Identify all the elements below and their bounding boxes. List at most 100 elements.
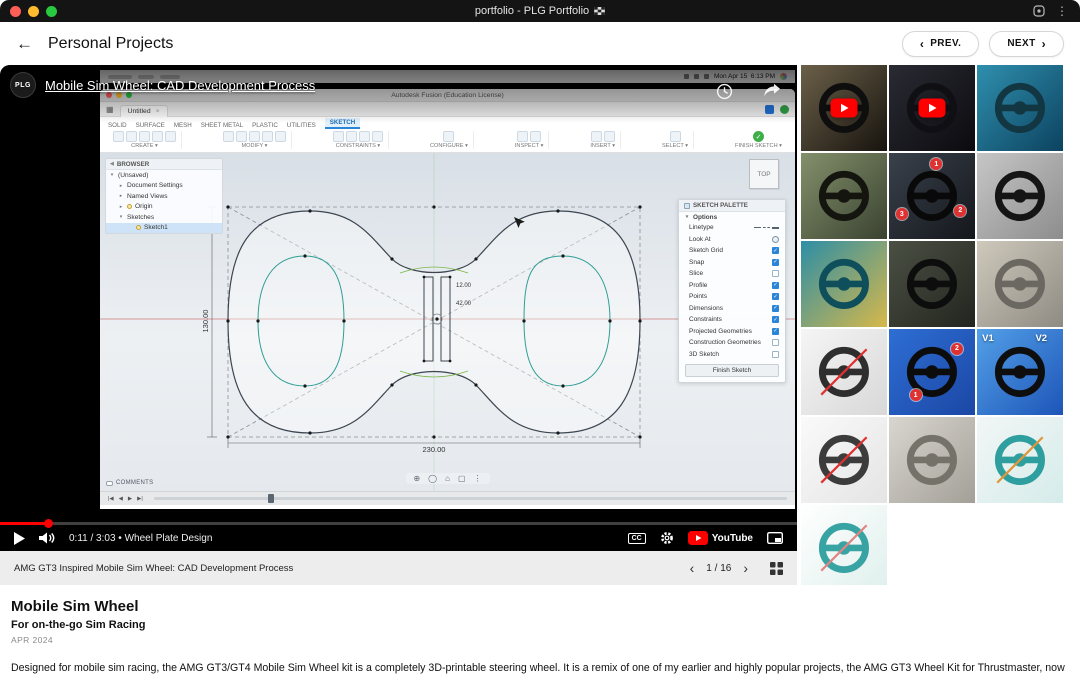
steering-wheel-glyph (818, 170, 870, 222)
zoom-window-button[interactable] (46, 5, 57, 17)
browser-item-named-views: ▸ Named Views (106, 191, 222, 202)
fusion-browser-panel: ◀ BROWSER ▾ (Unsaved) ▸ Document Settings ▸ N… (105, 158, 223, 234)
tab-overview-icon[interactable] (1033, 5, 1045, 17)
gallery-thumb-wheel-video-thumb-1[interactable] (801, 65, 887, 151)
canvas-nav-toolbar: ⊕ ◯ ⌂ ▢ ⋮ (405, 473, 490, 484)
captions-button[interactable]: CC (627, 532, 646, 544)
tool-icon (530, 131, 542, 142)
time-display: 0:11 / 3:03 • Wheel Plate Design (69, 532, 213, 544)
checkbox-icon: ✓ (772, 258, 779, 266)
comments-bar: COMMENTS (106, 480, 153, 486)
overflow-menu-icon[interactable]: ⋮ (1056, 5, 1068, 17)
gallery-thumb-v1-v2-comparison[interactable]: V1 V2 (977, 329, 1063, 415)
gallery-thumb-cad-drawing-annotated[interactable] (801, 417, 887, 503)
browser-title: BROWSER (116, 160, 150, 168)
fusion-ribbon: SOLID SURFACE MESH SHEET METAL PLASTIC UTILIT… (100, 117, 795, 153)
browser-item-label: Origin (135, 203, 153, 211)
status-icon (693, 74, 699, 79)
palette-option-label: Projected Geometries (689, 327, 752, 335)
toolgroup-icons (517, 131, 542, 142)
youtube-logo[interactable]: YouTube (687, 531, 753, 545)
tool-icon (139, 131, 150, 142)
gallery-thumb-plates-cutting-mat[interactable] (889, 241, 975, 327)
fusion-ribbon-tab-plastic: PLASTIC (252, 122, 278, 129)
gallery-prev-icon[interactable]: ‹ (690, 561, 695, 575)
miniplayer-icon[interactable] (767, 532, 783, 544)
steering-wheel-glyph (818, 434, 870, 486)
tool-icon (248, 131, 260, 142)
watch-later-icon[interactable] (716, 83, 733, 100)
page-header: ← Personal Projects ‹ PREV. NEXT › (0, 22, 1080, 65)
share-icon[interactable] (763, 83, 781, 100)
toolgroup-icons (669, 131, 681, 142)
gallery-page-indicator: 1 / 16 (706, 562, 732, 574)
play-button-icon[interactable] (14, 531, 25, 545)
gallery-thumb-printed-parts-1[interactable] (977, 241, 1063, 327)
display-settings-icon: ⋮ (473, 474, 482, 483)
status-icon (683, 74, 689, 79)
fusion-toolgroup-insert: INSERT ▾ (585, 131, 622, 149)
gallery-thumb-wheel-video-thumb-2[interactable] (889, 65, 975, 151)
back-arrow-icon[interactable]: ← (16, 34, 33, 54)
tree-chevron-icon: ▸ (119, 182, 123, 189)
tool-icon (152, 131, 163, 142)
palette-option-construction-geometries: Construction Geometries (679, 337, 785, 349)
gallery-thumb-cad-exploded-view-2[interactable] (801, 505, 887, 585)
gallery-thumb-cad-exploded-view-1[interactable] (977, 417, 1063, 503)
project-title: Mobile Sim Wheel (11, 598, 139, 615)
viewcube: TOP (749, 159, 779, 189)
home-view-icon: ⌂ (445, 474, 450, 483)
collapse-panel-icon: ◀ (110, 161, 114, 167)
volume-icon[interactable] (39, 532, 55, 544)
checkbox-icon (772, 350, 779, 358)
fusion-canvas: 230.00 130.00 42.00 12.00 ◀ BROWSER ▾ (Un (100, 153, 795, 491)
browser-item-label: Named Views (127, 192, 168, 200)
grid-view-icon[interactable] (770, 561, 783, 575)
fusion-window-title: Autodesk Fusion (Education License) (391, 91, 504, 99)
fusion-user-avatar (780, 104, 789, 114)
gallery-thumb-printed-parts-2[interactable] (889, 417, 975, 503)
siri-orb-icon (780, 73, 787, 80)
palette-option-label: Dimensions (689, 304, 723, 312)
video-player[interactable]: Mon Apr 15 6:13 PM Autodesk Fusion (Educ… (0, 65, 797, 551)
ribbon-tab-row: SOLID SURFACE MESH SHEET METAL PLASTIC UTILIT… (100, 117, 795, 129)
tool-icon (126, 131, 137, 142)
settings-gear-icon[interactable] (660, 531, 674, 545)
fusion-ribbon-tab-utilities: UTILITIES (286, 122, 316, 129)
dim-width: 230.00 (423, 445, 446, 454)
gallery-thumb-wheel-annotated-light[interactable] (801, 329, 887, 415)
annotation-badge: 2 (954, 204, 967, 217)
gallery-thumb-wheel-annotated-blue[interactable]: 12 (889, 329, 975, 415)
palette-icon (684, 202, 690, 209)
browser-item-origin: ▸ Origin (106, 202, 222, 213)
prev-project-button[interactable]: ‹ PREV. (901, 30, 980, 57)
steering-wheel-glyph (994, 170, 1046, 222)
close-window-button[interactable] (10, 5, 21, 17)
palette-option-label: 3D Sketch (689, 350, 719, 358)
video-title-link[interactable]: Mobile Sim Wheel: CAD Development Proces… (45, 78, 315, 93)
toolgroup-label: CONSTRAINTS ▾ (335, 143, 381, 149)
sketch-palette-panel: SKETCH PALETTE ▾ Options Linetype Look At… (678, 199, 786, 383)
gallery-next-icon[interactable]: › (743, 561, 748, 575)
recorded-menubar-clock: Mon Apr 15 6:13 PM (713, 73, 775, 80)
next-label: NEXT (1007, 38, 1036, 49)
toolgroup-label: MODIFY ▾ (241, 143, 268, 149)
status-icon (703, 74, 709, 79)
tree-chevron-icon: ▾ (119, 214, 123, 221)
ribbon-tool-groups: CREATE ▾ MODIFY ▾ CONSTRAINTS ▾ CONFIGURE ▾… (100, 129, 795, 152)
annotation-badge: 2 (950, 342, 963, 355)
gallery-thumb-wheel-gray-studio[interactable] (977, 153, 1063, 239)
next-project-button[interactable]: NEXT › (989, 30, 1064, 57)
minimize-window-button[interactable] (28, 5, 39, 17)
palette-option-slice: Slice (679, 268, 785, 280)
palette-option-label: Profile (689, 281, 708, 289)
gallery-thumb-wheel-cad-blue[interactable] (977, 65, 1063, 151)
gallery-thumb-wheel-annotated-dark[interactable]: 132 (889, 153, 975, 239)
toolgroup-icons (590, 131, 615, 142)
gallery-thumb-phone-mount-photo[interactable] (801, 153, 887, 239)
project-date: APR 2024 (11, 635, 53, 645)
steering-wheel-glyph (818, 522, 870, 574)
channel-avatar[interactable]: PLG (10, 72, 36, 98)
gallery-thumb-slicer-preview[interactable] (801, 241, 887, 327)
steering-wheel-glyph (818, 346, 870, 398)
